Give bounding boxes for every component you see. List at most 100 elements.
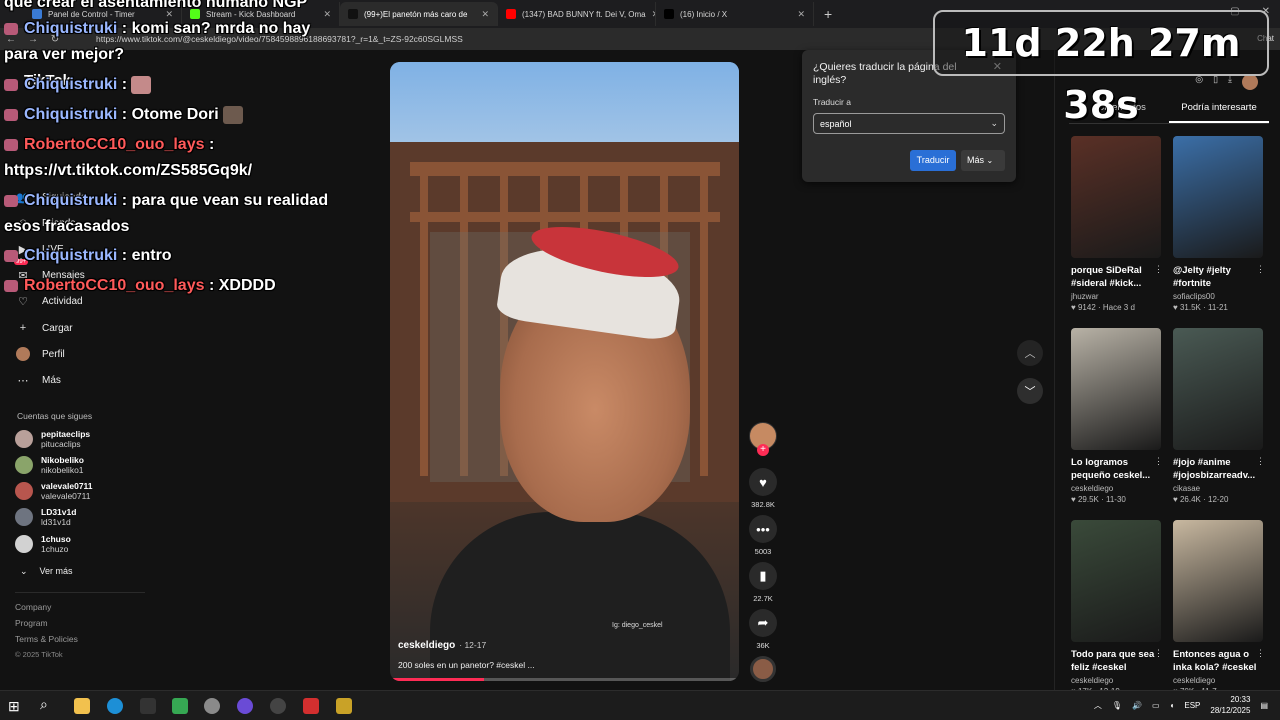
chat-text: : komi san? mrda no hay [121,20,311,37]
footer-terms[interactable]: Terms & Policies [15,634,78,644]
comment-count: 5003 [754,547,772,556]
language-indicator[interactable]: ESP [1184,701,1200,710]
recommended-video-card[interactable]: Lo logramos pequeño ceskel... ceskeldiego… [1071,328,1163,504]
footer-company[interactable]: Company [15,602,78,612]
sidebar-item-más[interactable]: ⋯ Más [16,373,61,387]
screen: Panel de Control - Timer ✕ Stream - Kick D… [0,0,1280,720]
card-title[interactable]: @Jelty #jelty #fortnite [1173,264,1265,290]
translate-button[interactable]: Traducir [910,150,956,171]
recommended-video-card[interactable]: Todo para que sea feliz #ceskel ceskeldie… [1071,520,1163,696]
chevron-down-nav-icon[interactable]: ﹀ [1017,378,1043,404]
device-icon[interactable]: ▯ [1213,74,1218,90]
more-button[interactable]: Más ⌄ [961,150,1005,171]
edge-icon[interactable] [107,698,123,714]
more-options-icon[interactable]: ⋮ [1256,648,1265,659]
comment-icon[interactable]: ••• [749,515,777,543]
app-circle-icon[interactable] [270,698,286,714]
app-icon[interactable] [140,698,156,714]
following-account[interactable]: valevale0711 valevale0711 [15,481,93,501]
recommended-video-card[interactable]: #jojo #anime #jojosbizarreadv... cikasae ♥… [1173,328,1265,504]
app-red-icon[interactable] [303,698,319,714]
ver-mas-button[interactable]: ⌄ Ver más [20,566,73,577]
following-account[interactable]: LD31v1d ld31v1d [15,507,76,527]
heart-icon[interactable]: ♥ [749,468,777,496]
download-icon[interactable]: ⤓ [1228,74,1232,90]
card-author[interactable]: cikasae [1173,484,1265,493]
feed-nav: ︿ ﹀ [1017,340,1043,416]
card-author[interactable]: ceskeldiego [1071,676,1163,685]
share-icon[interactable]: ➦ [749,609,777,637]
clock[interactable]: 20:33 28/12/2025 [1210,694,1250,716]
card-title[interactable]: Entonces agua o inka kola? #ceskel [1173,648,1265,674]
card-author[interactable]: ceskeldiego [1173,676,1265,685]
new-tab-button[interactable]: + [814,6,842,22]
video-thumbnail[interactable] [1173,136,1263,258]
recommended-video-card[interactable]: Entonces agua o inka kola? #ceskel ceskel… [1173,520,1265,696]
sound-icon[interactable]: ◖ [1170,701,1175,710]
network-icon[interactable]: ▭ [1152,701,1160,710]
save-action[interactable]: ▮ 22.7K [748,562,778,603]
browser-tab[interactable]: (16) Inicio / X ✕ [656,2,814,26]
recommended-video-card[interactable]: @Jelty #jelty #fortnite sofiaclips00 ♥ 31.… [1173,136,1265,312]
tab-podria-interesarte[interactable]: Podría interesarte [1169,102,1269,123]
sidebar-item-cargar[interactable]: + Cargar [16,321,73,335]
compass-icon[interactable]: ◎ [1195,74,1203,90]
following-account[interactable]: Nikobeliko nikobeliko1 [15,455,84,475]
close-tab-icon[interactable]: ✕ [481,9,489,20]
volume-icon[interactable]: 🔊 [1132,701,1142,710]
chat-badge-icon [4,279,18,292]
user-avatar[interactable] [1242,74,1258,90]
comment-action[interactable]: ••• 5003 [748,515,778,556]
footer-program[interactable]: Program [15,618,78,628]
file-explorer-icon[interactable] [74,698,90,714]
card-title[interactable]: Lo logramos pequeño ceskel... [1071,456,1163,482]
video-author-name[interactable]: ceskeldiego [398,640,455,651]
video-author[interactable]: ceskeldiego · 12-17 [398,640,486,651]
share-action[interactable]: ➦ 36K [748,609,778,650]
more-options-icon[interactable]: ⋮ [1154,648,1163,659]
card-author[interactable]: jhuzwar [1071,292,1163,301]
video-caption[interactable]: 200 soles en un panetor? #ceskel ... [398,660,535,670]
card-author[interactable]: ceskeldiego [1071,484,1163,493]
more-options-icon[interactable]: ⋮ [1154,456,1163,467]
app-green-icon[interactable] [172,698,188,714]
account-avatar [15,456,33,474]
windows-start-icon[interactable]: ⊞ [8,698,20,715]
video-thumbnail[interactable] [1071,136,1161,258]
search-icon[interactable]: ⌕ [40,696,48,713]
like-action[interactable]: ♥ 382.8K [748,468,778,509]
card-title[interactable]: porque SiDeRal #sideral #kick... [1071,264,1163,290]
video-progress-bar[interactable] [390,678,739,681]
mic-icon[interactable]: 🎙 [1112,701,1122,710]
video-thumbnail[interactable] [1071,328,1161,450]
recommended-video-card[interactable]: porque SiDeRal #sideral #kick... jhuzwar ♥… [1071,136,1163,312]
card-title[interactable]: #jojo #anime #jojosbizarreadv... [1173,456,1265,482]
following-account[interactable]: pepitaeclips pitucaclips [15,429,90,449]
steam-icon[interactable] [204,698,220,714]
notifications-icon[interactable]: ▤ [1260,701,1268,710]
more-options-icon[interactable]: ⋮ [1256,264,1265,275]
card-author[interactable]: sofiaclips00 [1173,292,1265,301]
chat-message: Chiquistruki : Otome Dori [4,106,243,124]
bookmark-icon[interactable]: ▮ [749,562,777,590]
close-tab-icon[interactable]: ✕ [797,9,805,20]
sidebar-item-perfil[interactable]: Perfil [16,347,65,361]
video-thumbnail[interactable] [1173,520,1263,642]
browser-tab[interactable]: (1347) BAD BUNNY ft. Dei V, Oma✕ [498,2,656,26]
language-select[interactable]: español ⌄ [813,113,1005,134]
right-panel: ◎ ▯ ⤓ Comentarios Podría interesarte por… [1054,50,1280,696]
chevron-up-tray-icon[interactable]: ︿ [1094,700,1102,711]
card-title[interactable]: Todo para que sea feliz #ceskel [1071,648,1163,674]
music-disc-icon[interactable] [750,656,776,682]
follow-plus-icon[interactable]: + [757,444,769,456]
chat-text: : Otome Dori [121,106,219,124]
obs-icon[interactable] [237,698,253,714]
more-options-icon[interactable]: ⋮ [1256,456,1265,467]
app-yellow-icon[interactable] [336,698,352,714]
following-account[interactable]: 1chuso 1chuzo [15,534,71,554]
video-thumbnail[interactable] [1071,520,1161,642]
video-player[interactable]: Ig: diego_ceskel ceskeldiego · 12-17 200 … [390,62,739,681]
more-options-icon[interactable]: ⋮ [1154,264,1163,275]
chevron-up-icon[interactable]: ︿ [1017,340,1043,366]
video-thumbnail[interactable] [1173,328,1263,450]
